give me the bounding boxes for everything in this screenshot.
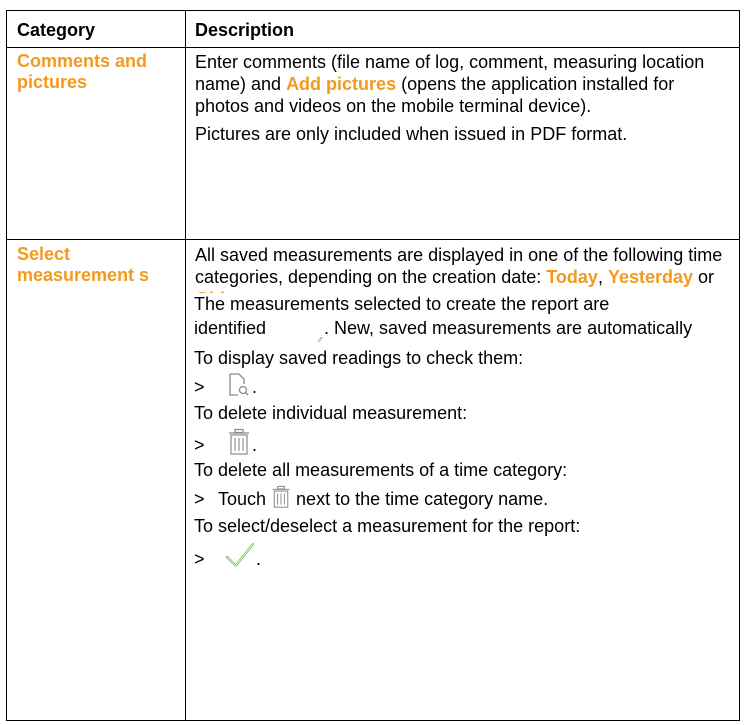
yesterday-label: Yesterday: [607, 267, 694, 287]
step-marker: >: [194, 489, 205, 509]
step-delete-one: > .: [194, 428, 734, 456]
add-pictures-label: Add pictures: [286, 74, 397, 94]
step-delete-category: > Touch next to the time category name.: [194, 484, 734, 510]
spacer: [194, 319, 734, 321]
step-marker: >: [194, 435, 205, 455]
step-marker: >: [194, 377, 205, 397]
description-paragraph: Pictures are only included when issued i…: [195, 124, 628, 144]
row-divider: [7, 239, 739, 240]
step-view-readings: > .: [194, 372, 734, 398]
description-paragraph: To delete all measurements of a time cat…: [194, 459, 734, 481]
document-search-icon[interactable]: [226, 372, 252, 398]
header-divider: [7, 47, 739, 48]
description-paragraph: To display saved readings to check them:: [194, 347, 734, 369]
description-paragraph: The measurements selected to create the …: [194, 294, 610, 314]
category-comments: Comments and pictures: [17, 51, 148, 92]
column-divider: [185, 11, 186, 720]
description-paragraph: Enter comments (file name of log, commen…: [195, 52, 705, 116]
description-paragraph: To select/deselect a measurement for the…: [194, 515, 734, 537]
today-label: Today: [546, 267, 598, 287]
row-comments-description: Enter comments (file name of log, commen…: [195, 51, 731, 145]
header-description: Description: [195, 20, 295, 40]
trash-icon[interactable]: [226, 428, 252, 456]
checkmark-icon[interactable]: [224, 540, 256, 570]
category-select-measurements: Select measurement s: [17, 244, 150, 285]
header-category: Category: [17, 20, 96, 40]
step-marker: >: [194, 549, 205, 569]
trash-icon[interactable]: [270, 484, 292, 510]
step-select-measurement: > .: [194, 540, 734, 570]
description-paragraph: To delete individual measurement:: [194, 402, 734, 424]
